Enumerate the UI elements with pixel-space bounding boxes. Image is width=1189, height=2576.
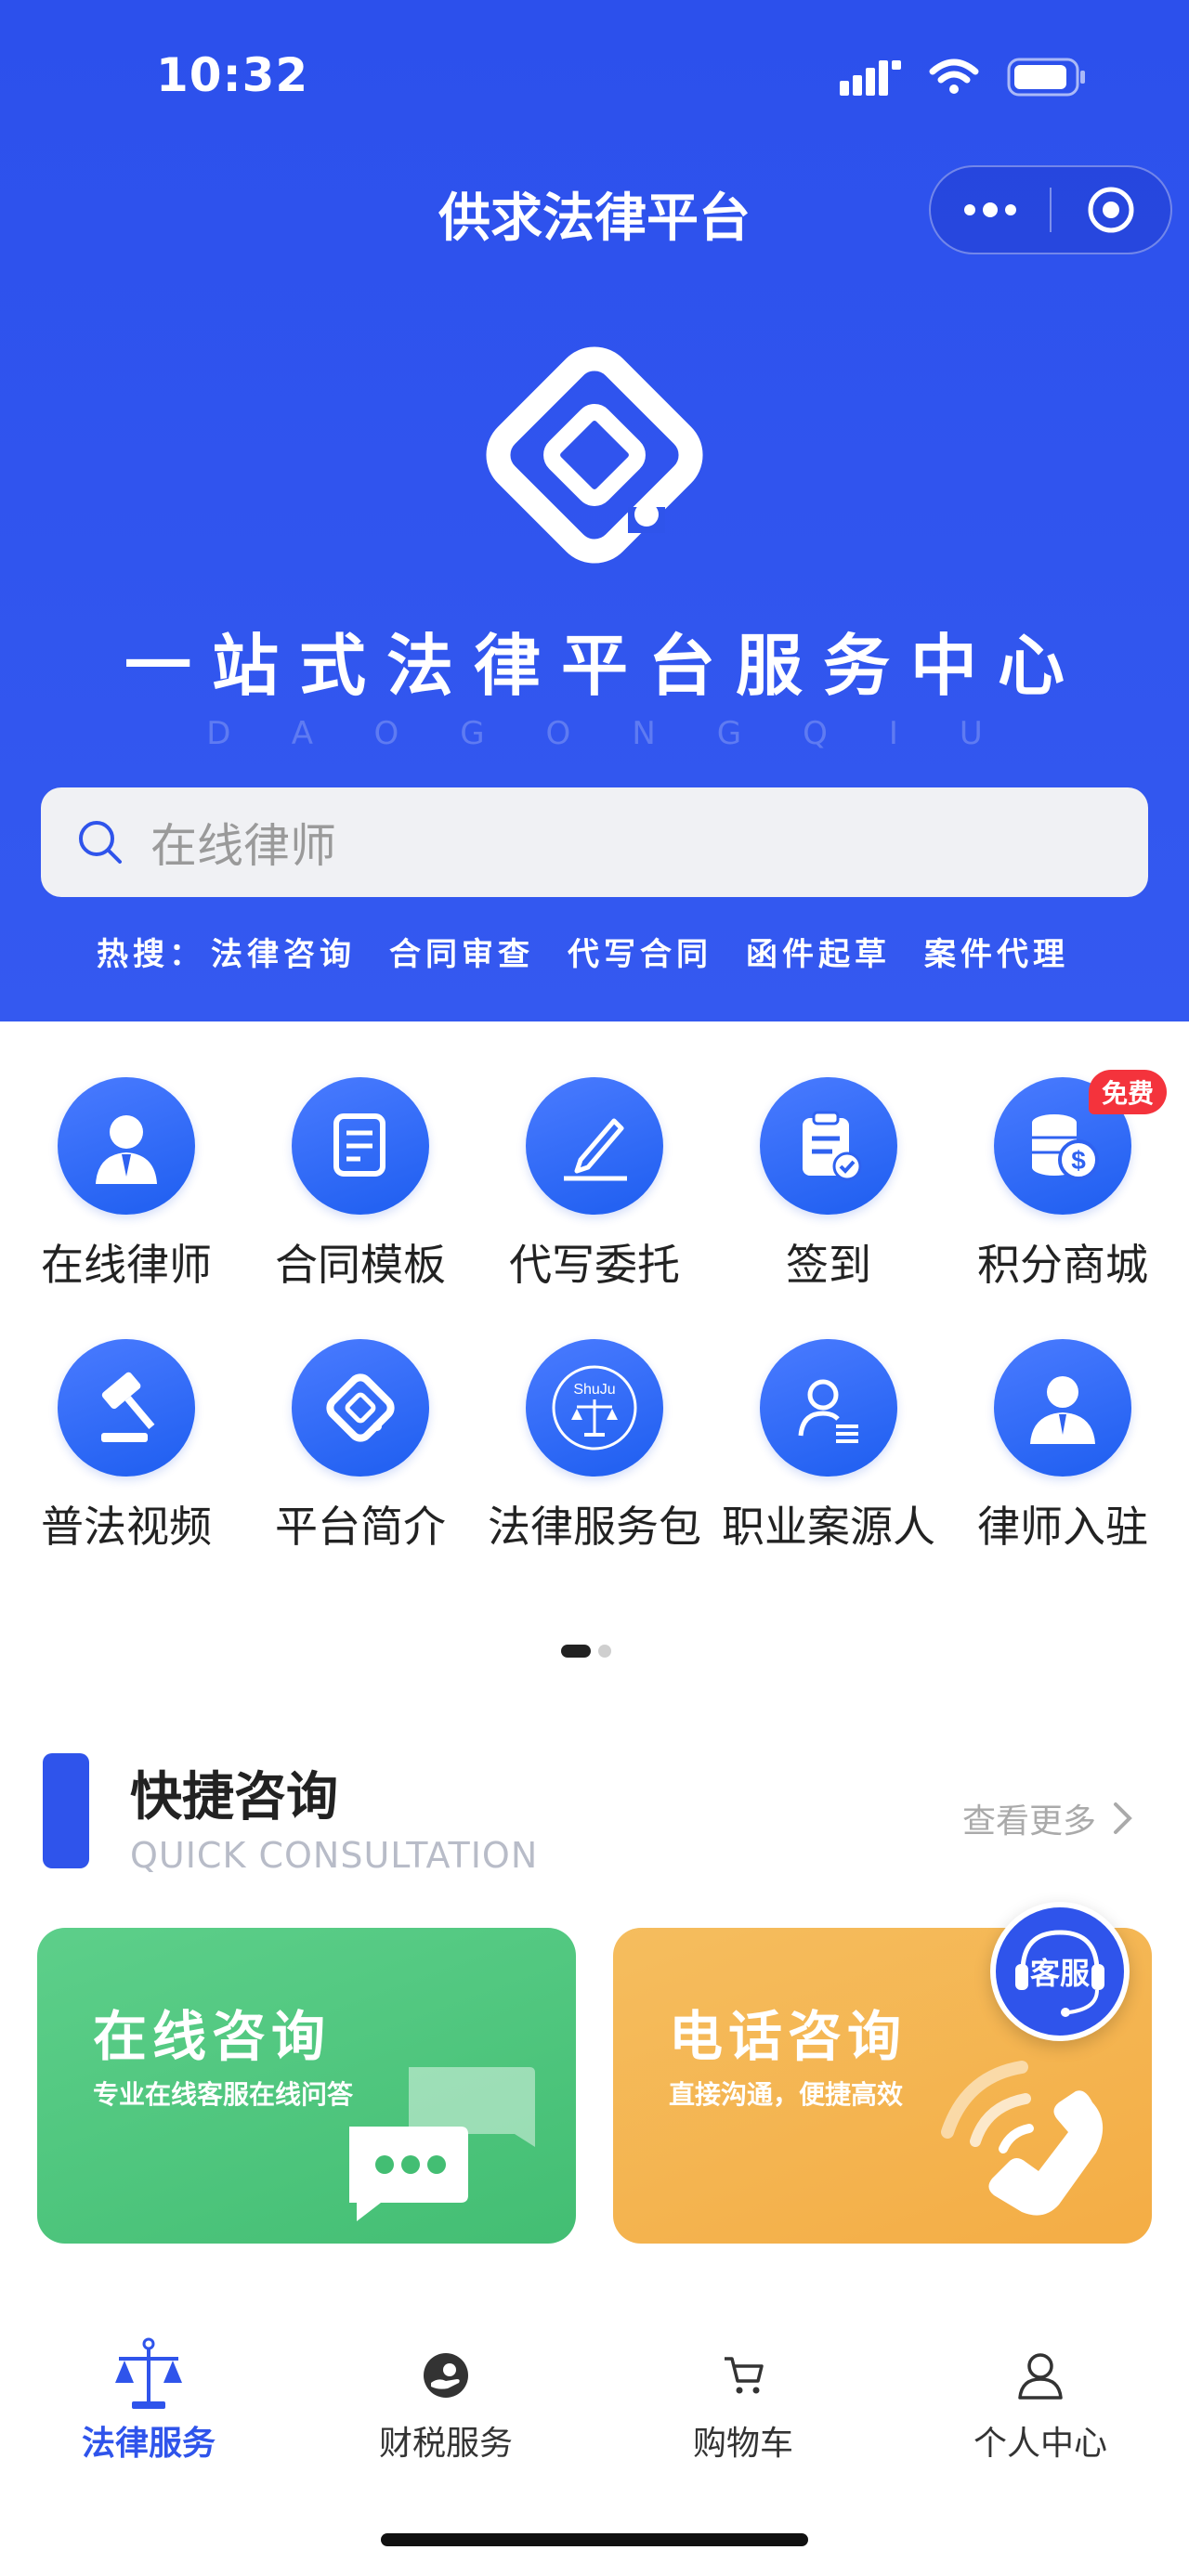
tab-legal-service[interactable]: 法律服务 xyxy=(0,2337,297,2465)
grid-icon-bg xyxy=(760,1339,897,1477)
grid-item-points-mall[interactable]: $ 免费 积分商城 xyxy=(946,1070,1180,1293)
mini-program-capsule xyxy=(929,165,1172,254)
grid-item-case-source[interactable]: 职业案源人 xyxy=(712,1339,946,1555)
scales-icon xyxy=(115,2337,182,2409)
lawyer-avatar-icon xyxy=(96,1115,157,1184)
phone-icon xyxy=(941,2061,1104,2216)
more-button[interactable] xyxy=(931,165,1050,254)
wifi-icon xyxy=(929,59,979,94)
tab-cart[interactable]: 购物车 xyxy=(594,2340,892,2465)
grid-icon-bg xyxy=(58,1077,195,1215)
customer-service-label: 客服 xyxy=(1029,1956,1090,1991)
platform-logo-icon xyxy=(486,346,703,564)
grid-item-platform-intro[interactable]: 平台简介 xyxy=(243,1339,477,1555)
grid-label: 法律服务包 xyxy=(488,1502,701,1552)
card-title: 在线咨询 xyxy=(93,2005,332,2068)
search-icon xyxy=(79,821,122,864)
chevron-right-icon xyxy=(1114,1802,1132,1834)
hot-search-item[interactable]: 代写合同 xyxy=(568,929,712,974)
section-accent-bar xyxy=(43,1753,89,1868)
hero-slogan-en: DAOGONGQIU xyxy=(206,715,1044,752)
free-badge: 免费 xyxy=(1088,1070,1167,1114)
card-title: 电话咨询 xyxy=(669,2005,908,2068)
battery-icon xyxy=(1007,58,1085,97)
search-input[interactable]: 在线律师 xyxy=(41,787,1148,897)
customer-service-button[interactable]: 客服 xyxy=(990,1902,1130,2041)
tab-finance-tax[interactable]: 财税服务 xyxy=(297,2340,594,2465)
target-icon xyxy=(1088,187,1134,233)
emblem-text: ShuJu xyxy=(573,1382,615,1398)
view-more-label: 查看更多 xyxy=(961,1802,1096,1841)
grid-label: 平台简介 xyxy=(275,1502,446,1552)
grid-label: 签到 xyxy=(786,1240,871,1290)
money-hand-icon xyxy=(424,2353,468,2398)
grid-item-online-lawyer[interactable]: 在线律师 xyxy=(9,1077,243,1293)
svg-text:$: $ xyxy=(1071,1146,1086,1175)
page-indicator xyxy=(561,1645,611,1658)
online-consult-card[interactable]: 在线咨询 专业在线客服在线问答 xyxy=(37,1928,576,2244)
status-time: 10:32 xyxy=(156,48,309,102)
grid-icon-bg: ShuJu xyxy=(526,1339,663,1477)
coins-icon: $ xyxy=(1032,1114,1099,1180)
grid-item-contract-template[interactable]: 合同模板 xyxy=(243,1077,477,1293)
tab-label: 个人中心 xyxy=(973,2425,1107,2463)
hero-slogan: 一站式法律平台服务中心 xyxy=(124,627,1085,705)
grid-label: 普法视频 xyxy=(41,1502,212,1552)
hot-search-item[interactable]: 案件代理 xyxy=(924,929,1069,974)
status-bar: 10:32 xyxy=(0,0,1189,149)
status-icons xyxy=(840,58,1087,97)
page-dot-active xyxy=(561,1645,591,1658)
grid-icon-bg xyxy=(292,1339,429,1477)
grid-item-lawyer-join[interactable]: 律师入驻 xyxy=(946,1339,1180,1555)
scales-emblem-icon: ShuJu xyxy=(552,1365,637,1451)
platform-logo-icon xyxy=(326,1373,395,1442)
hot-search: 热搜： 法律咨询 合同审查 代写合同 函件起草 案件代理 xyxy=(97,929,1069,974)
home-indicator xyxy=(381,2533,808,2546)
grid-label: 积分商城 xyxy=(977,1240,1148,1290)
grid-label: 在线律师 xyxy=(41,1240,212,1290)
person-tie-icon xyxy=(1030,1376,1095,1444)
pen-icon xyxy=(564,1118,627,1181)
grid-label: 合同模板 xyxy=(275,1240,446,1290)
chat-bubbles-icon xyxy=(349,2067,535,2221)
tab-label: 财税服务 xyxy=(378,2425,513,2463)
grid-icon-bg xyxy=(292,1077,429,1215)
signal-icon xyxy=(840,60,901,96)
grid-label: 代写委托 xyxy=(509,1240,680,1290)
grid-item-legal-video[interactable]: 普法视频 xyxy=(9,1339,243,1555)
hot-search-item[interactable]: 法律咨询 xyxy=(211,929,356,974)
section-title: 快捷咨询 xyxy=(130,1767,338,1828)
more-dots-icon xyxy=(964,202,1016,217)
card-subtitle: 直接沟通，便捷高效 xyxy=(669,2079,904,2110)
hot-search-item[interactable]: 合同审查 xyxy=(389,929,534,974)
grid-item-legal-package[interactable]: ShuJu 法律服务包 xyxy=(477,1339,712,1555)
grid-item-ghostwrite[interactable]: 代写委托 xyxy=(477,1077,712,1293)
grid-icon-bg xyxy=(994,1339,1131,1477)
document-edit-icon xyxy=(333,1113,385,1177)
hero-banner: 10:32 供求法律平台 一站式法律平台服务中心 DAOGONGQIU 在线律师… xyxy=(0,0,1189,1021)
search-placeholder: 在线律师 xyxy=(150,819,336,873)
clipboard-check-icon xyxy=(803,1111,862,1181)
hot-search-item[interactable]: 函件起草 xyxy=(746,929,891,974)
view-more-link[interactable]: 查看更多 xyxy=(962,1794,1133,1842)
tab-label: 法律服务 xyxy=(81,2425,216,2463)
tab-label: 购物车 xyxy=(692,2425,793,2463)
person-list-icon xyxy=(798,1379,858,1443)
cart-icon xyxy=(725,2357,764,2394)
card-subtitle: 专业在线客服在线问答 xyxy=(93,2079,354,2110)
tab-profile[interactable]: 个人中心 xyxy=(892,2340,1189,2465)
close-program-button[interactable] xyxy=(1052,165,1170,254)
grid-icon-bg: $ 免费 xyxy=(994,1070,1167,1215)
grid-icon-bg xyxy=(526,1077,663,1215)
hot-search-label: 热搜： xyxy=(97,936,205,973)
gavel-icon xyxy=(101,1372,155,1442)
grid-label: 职业案源人 xyxy=(722,1502,935,1552)
page-dot xyxy=(598,1645,611,1658)
grid-icon-bg xyxy=(58,1339,195,1477)
grid-item-checkin[interactable]: 签到 xyxy=(712,1077,946,1293)
user-icon xyxy=(1018,2353,1063,2400)
section-subtitle: QUICK CONSULTATION xyxy=(130,1835,539,1876)
grid-icon-bg xyxy=(760,1077,897,1215)
grid-label: 律师入驻 xyxy=(977,1502,1148,1552)
